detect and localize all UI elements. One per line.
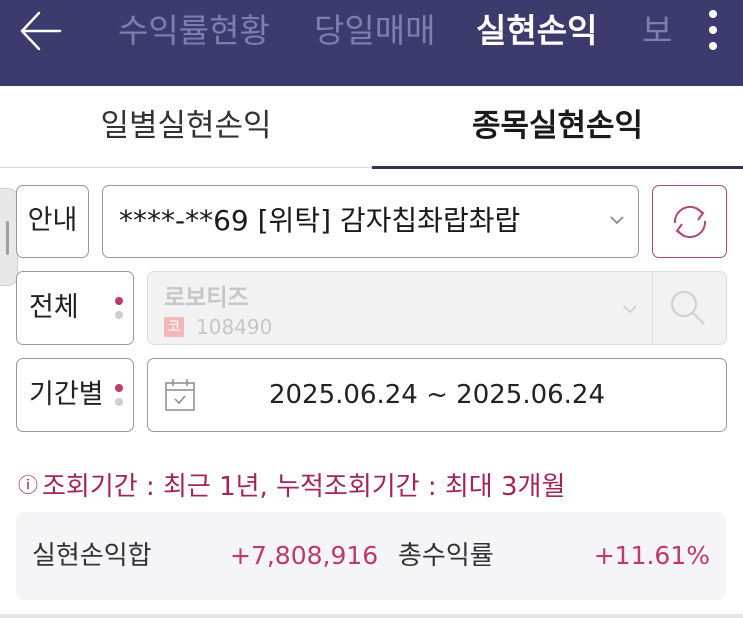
chevron-down-icon	[622, 300, 638, 319]
divider	[0, 614, 743, 618]
tab-daily-realized-pl[interactable]: 일별실현손익	[0, 86, 372, 168]
chevron-down-icon	[609, 211, 625, 230]
info-button[interactable]: 안내	[16, 185, 89, 258]
market-badge: 코	[164, 317, 184, 337]
calendar-icon	[164, 378, 196, 416]
filter-period-label: 기간별	[29, 379, 104, 410]
summary-panel: 실현손익합 +7,808,916 총수익률 +11.61%	[16, 512, 726, 600]
more-vertical-icon[interactable]	[700, 4, 726, 56]
notice-text-row: ⓘ 조회기간 : 최근 1년, 누적조회기간 : 최대 3개월	[18, 466, 565, 503]
tab-holdings-partial[interactable]: 보	[642, 8, 672, 54]
refresh-button[interactable]	[652, 185, 727, 258]
filter-all-button[interactable]: 전체	[16, 271, 134, 345]
tab-daily-trades[interactable]: 당일매매	[314, 8, 435, 54]
stock-name: 로보티즈	[164, 285, 249, 311]
notice-text: 조회기간 : 최근 1년, 누적조회기간 : 최대 3개월	[42, 472, 566, 502]
sub-tab-bar: 일별실현손익 종목실현손익	[0, 86, 743, 169]
stock-code: 108490	[196, 315, 273, 339]
toggle-dots-icon	[115, 297, 123, 325]
account-select[interactable]: ****-**69 [위탁] 감자칩촤랍촤랍	[102, 185, 639, 258]
stock-select[interactable]: 로보티즈 코 108490	[147, 271, 727, 345]
back-arrow-icon[interactable]	[18, 8, 64, 54]
refresh-icon	[669, 201, 711, 247]
realized-pl-label: 실현손익합	[32, 541, 152, 571]
divider	[652, 272, 653, 344]
account-value: ****-**69 [위탁] 감자칩촤랍촤랍	[119, 204, 521, 237]
toggle-dots-icon	[115, 384, 123, 412]
realized-pl-value: +7,808,916	[230, 541, 379, 570]
tab-realized-pl[interactable]: 실현손익	[476, 8, 597, 54]
total-return-value: +11.61%	[593, 541, 710, 570]
filter-all-label: 전체	[29, 292, 79, 323]
tab-stock-realized-pl[interactable]: 종목실현손익	[372, 86, 743, 169]
tab-return-status[interactable]: 수익률현황	[118, 8, 270, 54]
date-range-picker[interactable]: 2025.06.24 ~ 2025.06.24	[147, 358, 727, 432]
total-return-label: 총수익률	[398, 541, 494, 571]
top-nav-bar: 수익률현황 당일매매 실현손익 보	[0, 0, 743, 86]
date-range-value: 2025.06.24 ~ 2025.06.24	[268, 380, 606, 410]
info-circle-icon: ⓘ	[18, 473, 38, 497]
search-icon[interactable]	[668, 288, 708, 332]
filter-period-button[interactable]: 기간별	[16, 358, 134, 432]
